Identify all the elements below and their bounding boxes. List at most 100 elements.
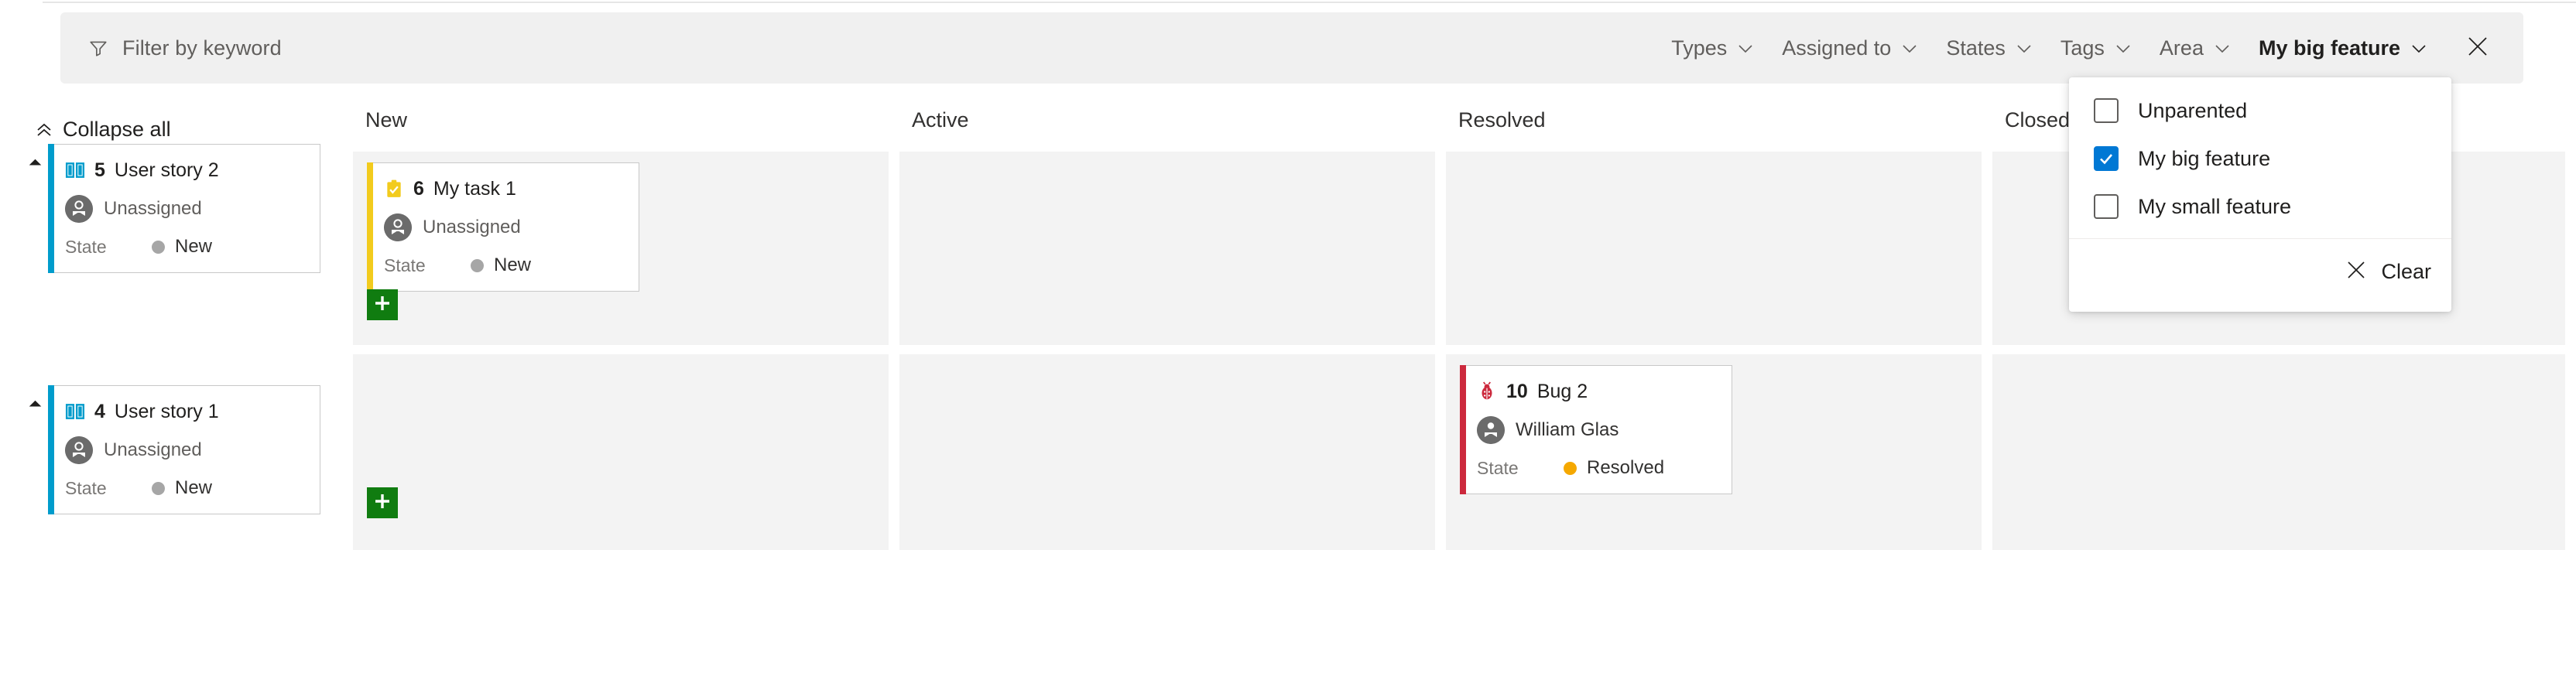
filter-pill-area-label: Area xyxy=(2159,36,2204,60)
swimlane-user-story-1: 10 Bug 2 William Glas State Resolved xyxy=(353,354,2576,550)
add-card-button-new-lane2[interactable] xyxy=(367,487,398,518)
dropdown-option-my-big-feature[interactable]: My big feature xyxy=(2069,135,2451,183)
card-assignee-row: Unassigned xyxy=(65,435,303,466)
card-state-label: State xyxy=(1477,457,1519,478)
avatar xyxy=(1477,416,1505,444)
triangle-collapse-icon xyxy=(29,400,41,413)
card-assignee-row: Unassigned xyxy=(384,212,622,243)
parent-filter-dropdown: Unparented My big feature My small featu… xyxy=(2069,77,2451,312)
column-header-new: New xyxy=(365,108,408,132)
dropdown-option-unparented-label: Unparented xyxy=(2138,98,2248,122)
filter-pill-parent[interactable]: My big feature xyxy=(2245,22,2441,73)
board-cell-resolved[interactable] xyxy=(1446,152,1982,345)
card-state-row: State New xyxy=(384,254,622,277)
filter-pill-assigned-to[interactable]: Assigned to xyxy=(1768,22,1932,73)
card-title-row: 5 User story 2 xyxy=(65,157,303,183)
state-dot xyxy=(1564,461,1577,475)
filter-pill-states[interactable]: States xyxy=(1932,22,2047,73)
board-cell-active[interactable] xyxy=(899,354,1435,550)
card-assignee-name: Unassigned xyxy=(423,217,521,237)
card-id: 4 xyxy=(94,400,105,422)
backlog-row-user-story-2: 5 User story 2 Unassigned State New xyxy=(22,144,320,273)
card-state-label: State xyxy=(65,477,107,498)
plus-icon xyxy=(372,293,392,317)
checkbox-my-big-feature[interactable] xyxy=(2094,146,2119,171)
state-dot xyxy=(471,258,484,272)
swimlane-collapse-toggle[interactable] xyxy=(22,144,48,172)
checkbox-unparented[interactable] xyxy=(2094,98,2119,123)
card-state-value: New xyxy=(152,236,212,258)
search-placeholder: Filter by keyword xyxy=(122,36,282,60)
work-item-card-my-task-1[interactable]: 6 My task 1 Unassigned State New xyxy=(367,162,639,292)
filter-pill-tags[interactable]: Tags xyxy=(2047,22,2146,73)
close-icon xyxy=(2345,259,2367,285)
card-id: 10 xyxy=(1506,380,1528,402)
user-story-icon xyxy=(65,160,85,180)
work-item-card-user-story-1[interactable]: 4 User story 1 Unassigned State New xyxy=(48,385,320,514)
funnel-icon xyxy=(88,38,108,58)
card-assignee-name: Unassigned xyxy=(104,439,202,460)
card-id: 5 xyxy=(94,159,105,181)
dropdown-clear-button[interactable]: Clear xyxy=(2069,239,2451,304)
chevron-down-icon xyxy=(1901,43,1918,53)
task-icon xyxy=(384,179,404,199)
board-cell-resolved[interactable]: 10 Bug 2 William Glas State Resolved xyxy=(1446,354,1982,550)
dropdown-clear-label: Clear xyxy=(2381,259,2431,283)
state-dot xyxy=(152,240,165,254)
card-title: User story 1 xyxy=(114,400,219,422)
filter-pill-group: Types Assigned to States Tags Area My bi… xyxy=(1657,12,2441,84)
card-title-row: 6 My task 1 xyxy=(384,176,622,202)
plus-icon xyxy=(372,491,392,515)
dropdown-option-my-small-feature[interactable]: My small feature xyxy=(2069,183,2451,231)
filter-pill-area[interactable]: Area xyxy=(2146,22,2245,73)
dropdown-option-my-big-feature-label: My big feature xyxy=(2138,146,2271,170)
card-assignee-name: Unassigned xyxy=(104,198,202,219)
card-state-value: New xyxy=(152,477,212,499)
card-state-label: State xyxy=(65,236,107,257)
search-input[interactable]: Filter by keyword xyxy=(88,12,282,84)
filter-pill-parent-label: My big feature xyxy=(2258,36,2400,60)
column-header-active: Active xyxy=(912,108,969,132)
triangle-collapse-icon xyxy=(29,159,41,172)
close-icon xyxy=(2466,35,2489,62)
card-id: 6 xyxy=(413,177,424,200)
card-state-text: New xyxy=(175,477,213,498)
card-assignee-row: Unassigned xyxy=(65,193,303,224)
state-dot xyxy=(152,481,165,495)
collapse-all-label: Collapse all xyxy=(63,118,171,141)
work-item-card-bug-2[interactable]: 10 Bug 2 William Glas State Resolved xyxy=(1460,365,1732,494)
card-state-text: New xyxy=(494,254,532,275)
board-cell-new[interactable] xyxy=(353,354,889,550)
card-state-row: State New xyxy=(65,477,303,500)
swimlane-collapse-toggle[interactable] xyxy=(22,385,48,413)
dropdown-option-unparented[interactable]: Unparented xyxy=(2069,87,2451,135)
add-card-button-new-lane1[interactable] xyxy=(367,289,398,320)
user-story-icon xyxy=(65,401,85,422)
filter-pill-types-label: Types xyxy=(1671,36,1728,60)
board-cell-active[interactable] xyxy=(899,152,1435,345)
avatar xyxy=(384,213,412,241)
card-state-value: New xyxy=(471,254,531,276)
chevron-down-icon xyxy=(2016,43,2033,53)
card-state-text: Resolved xyxy=(1587,457,1665,478)
collapse-all-button[interactable]: Collapse all xyxy=(35,118,171,142)
card-state-label: State xyxy=(384,254,426,275)
dropdown-option-my-small-feature-label: My small feature xyxy=(2138,194,2292,218)
chevron-down-icon xyxy=(2410,43,2427,53)
card-assignee-name: William Glas xyxy=(1516,419,1619,440)
checkbox-my-small-feature[interactable] xyxy=(2094,194,2119,219)
board-cell-new[interactable]: 6 My task 1 Unassigned State New xyxy=(353,152,889,345)
top-divider xyxy=(43,2,2576,3)
card-title: User story 2 xyxy=(114,159,219,181)
chevron-down-icon xyxy=(2115,43,2132,53)
close-filter-button[interactable] xyxy=(2449,19,2506,77)
card-state-row: State Resolved xyxy=(1477,456,1714,480)
board-cell-closed[interactable] xyxy=(1992,354,2565,550)
work-item-card-user-story-2[interactable]: 5 User story 2 Unassigned State New xyxy=(48,144,320,273)
card-state-row: State New xyxy=(65,235,303,258)
avatar xyxy=(65,436,93,464)
bug-icon xyxy=(1477,381,1497,401)
card-title-row: 10 Bug 2 xyxy=(1477,378,1714,405)
filter-pill-types[interactable]: Types xyxy=(1657,22,1768,73)
card-title: Bug 2 xyxy=(1536,380,1588,402)
